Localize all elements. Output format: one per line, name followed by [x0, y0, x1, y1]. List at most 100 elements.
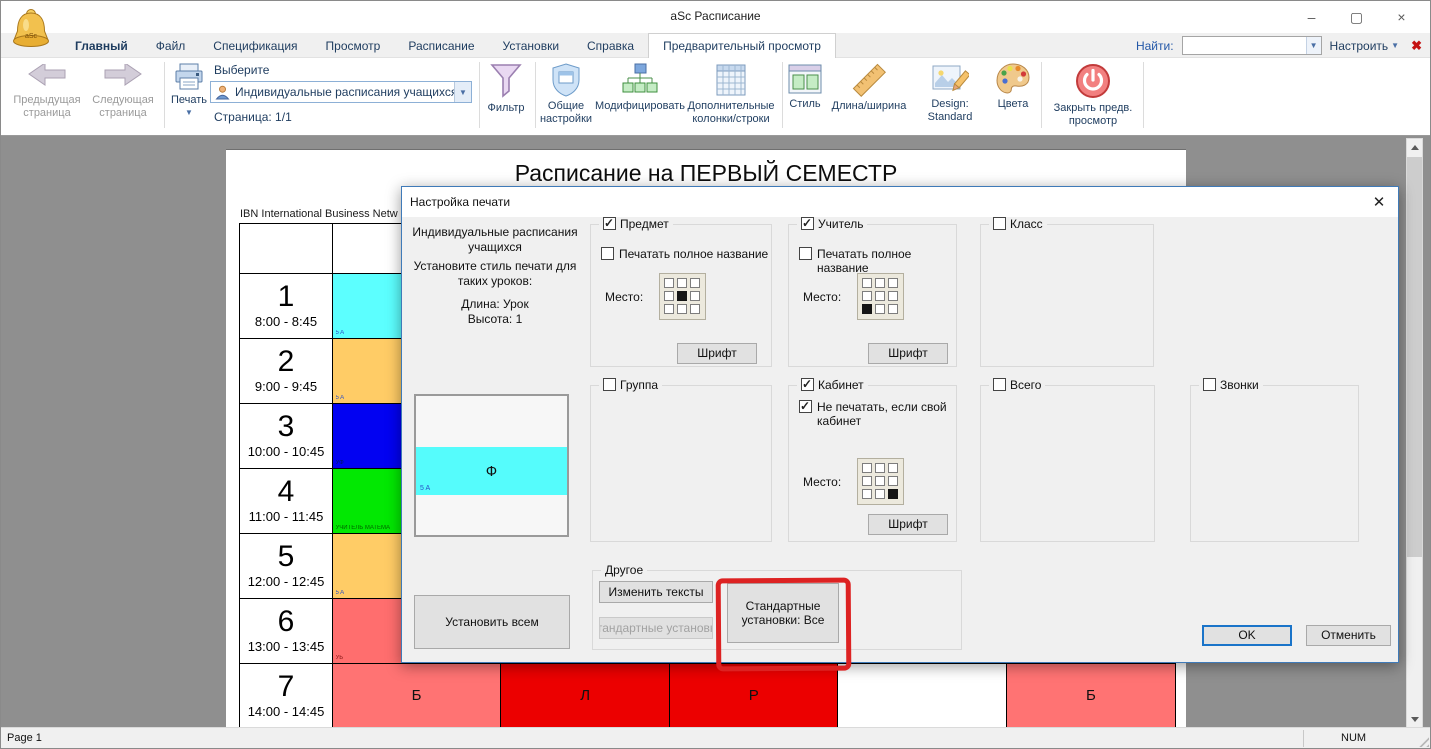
lesson-preview-box: Ф 5 A: [414, 394, 569, 537]
subject-checkbox[interactable]: [603, 217, 616, 230]
maximize-button[interactable]: ▢: [1334, 1, 1379, 33]
print-button[interactable]: Печать ▼: [167, 62, 211, 117]
place-cell[interactable]: [862, 463, 872, 473]
ok-button[interactable]: OK: [1202, 625, 1292, 646]
place-cell[interactable]: [862, 489, 872, 499]
teacher-place-grid[interactable]: [857, 273, 904, 320]
scroll-up-icon[interactable]: [1407, 139, 1422, 155]
menu-spravka[interactable]: Справка: [573, 33, 648, 58]
class-checkbox[interactable]: [993, 217, 1006, 230]
total-checkbox[interactable]: [993, 378, 1006, 391]
dialog-close-icon[interactable]: ✕: [1368, 191, 1390, 213]
menu-prosmotr[interactable]: Просмотр: [312, 33, 395, 58]
filter-icon: [488, 62, 524, 100]
subject-fullname-row[interactable]: Печатать полное название: [601, 247, 768, 261]
find-dropdown-icon[interactable]: ▼: [1306, 37, 1321, 54]
place-cell[interactable]: [862, 291, 872, 301]
place-cell[interactable]: [888, 304, 898, 314]
dialog-titlebar[interactable]: Настройка печати ✕: [402, 187, 1398, 217]
teacher-checkbox[interactable]: [801, 217, 814, 230]
place-cell[interactable]: [690, 278, 700, 288]
room-noprint-checkbox[interactable]: [799, 400, 812, 413]
group-checkbox-row[interactable]: Группа: [599, 378, 662, 392]
menu-glavny[interactable]: Главный: [61, 33, 142, 58]
tab-preview-active[interactable]: Предварительный просмотр: [648, 33, 836, 58]
place-cell[interactable]: [664, 291, 674, 301]
scroll-down-icon[interactable]: [1407, 711, 1422, 727]
menu-ustanovki[interactable]: Установки: [489, 33, 573, 58]
place-cell[interactable]: [875, 304, 885, 314]
menu-tab-bar: Главный Файл Спецификация Просмотр Распи…: [1, 33, 1430, 58]
place-cell[interactable]: [664, 278, 674, 288]
modify-button[interactable]: Модифицировать: [595, 62, 685, 113]
length-width-button[interactable]: Длина/ширина: [827, 62, 911, 113]
place-cell[interactable]: [875, 489, 885, 499]
room-noprint-row[interactable]: Не печатать, если свой кабинет: [799, 400, 949, 428]
minimize-button[interactable]: –: [1289, 1, 1334, 33]
standard-settings-all-button[interactable]: Стандартные установки: Все: [727, 583, 839, 643]
style-button[interactable]: Стиль: [785, 62, 825, 111]
subject-font-button[interactable]: Шрифт: [677, 343, 757, 364]
vertical-scrollbar[interactable]: [1406, 138, 1423, 728]
close-preview-button[interactable]: Закрыть предв. просмотр: [1047, 62, 1139, 128]
place-cell-filled[interactable]: [888, 489, 898, 499]
place-cell[interactable]: [875, 278, 885, 288]
colors-button[interactable]: Цвета: [991, 62, 1035, 111]
schedule-type-combobox[interactable]: Индивидуальные расписания учащихся ▼: [210, 81, 472, 103]
period-time-cell: 411:00 - 11:45: [239, 468, 333, 535]
cancel-button[interactable]: Отменить: [1306, 625, 1391, 646]
teacher-checkbox-row[interactable]: Учитель: [797, 217, 867, 231]
place-cell[interactable]: [875, 291, 885, 301]
bells-checkbox[interactable]: [1203, 378, 1216, 391]
period-time-cell: 714:00 - 14:45: [239, 663, 333, 730]
design-button[interactable]: Design: Standard: [913, 62, 987, 124]
general-settings-button[interactable]: Общие настройки: [538, 62, 594, 126]
room-checkbox-row[interactable]: Кабинет: [797, 378, 868, 392]
place-cell[interactable]: [888, 476, 898, 486]
prev-page-button[interactable]: Предыдущая страница: [9, 64, 85, 120]
room-checkbox[interactable]: [801, 378, 814, 391]
subject-fullname-checkbox[interactable]: [601, 247, 614, 260]
combobox-dropdown-icon[interactable]: ▼: [454, 82, 471, 102]
group-other: Другое Изменить тексты тандартные устано…: [592, 570, 962, 650]
place-cell-filled[interactable]: [677, 291, 687, 301]
place-cell[interactable]: [888, 291, 898, 301]
place-cell[interactable]: [677, 304, 687, 314]
subject-checkbox-row[interactable]: Предмет: [599, 217, 673, 231]
place-cell[interactable]: [664, 304, 674, 314]
subject-place-grid[interactable]: [659, 273, 706, 320]
resize-grip[interactable]: [1415, 733, 1429, 747]
teacher-fullname-row[interactable]: Печатать полное название: [799, 247, 956, 275]
scrollbar-thumb[interactable]: [1407, 157, 1422, 557]
find-input[interactable]: ▼: [1182, 36, 1322, 55]
menu-specifikacia[interactable]: Спецификация: [199, 33, 311, 58]
apply-all-button[interactable]: Установить всем: [414, 595, 570, 649]
place-cell[interactable]: [862, 476, 872, 486]
place-cell[interactable]: [862, 278, 872, 288]
room-place-grid[interactable]: [857, 458, 904, 505]
edit-texts-button[interactable]: Изменить тексты: [599, 581, 713, 603]
place-cell[interactable]: [875, 463, 885, 473]
group-checkbox[interactable]: [603, 378, 616, 391]
place-cell[interactable]: [677, 278, 687, 288]
bells-checkbox-row[interactable]: Звонки: [1199, 378, 1263, 392]
next-page-button[interactable]: Следующая страница: [85, 64, 161, 120]
extra-columns-button[interactable]: Дополнительные колонки/строки: [685, 62, 777, 126]
place-cell[interactable]: [875, 476, 885, 486]
menu-fail[interactable]: Файл: [142, 33, 200, 58]
place-cell-filled[interactable]: [862, 304, 872, 314]
place-cell[interactable]: [888, 463, 898, 473]
place-cell[interactable]: [690, 291, 700, 301]
menu-raspisanie[interactable]: Расписание: [394, 33, 488, 58]
filter-button[interactable]: Фильтр: [482, 62, 530, 115]
place-cell[interactable]: [888, 278, 898, 288]
ribbon-close-icon[interactable]: ✖: [1407, 38, 1426, 54]
room-font-button[interactable]: Шрифт: [868, 514, 948, 535]
place-cell[interactable]: [690, 304, 700, 314]
teacher-fullname-checkbox[interactable]: [799, 247, 812, 260]
total-checkbox-row[interactable]: Всего: [989, 378, 1045, 392]
class-checkbox-row[interactable]: Класс: [989, 217, 1047, 231]
customize-button[interactable]: Настроить ▼: [1330, 39, 1400, 53]
close-button[interactable]: ×: [1379, 1, 1424, 33]
teacher-font-button[interactable]: Шрифт: [868, 343, 948, 364]
